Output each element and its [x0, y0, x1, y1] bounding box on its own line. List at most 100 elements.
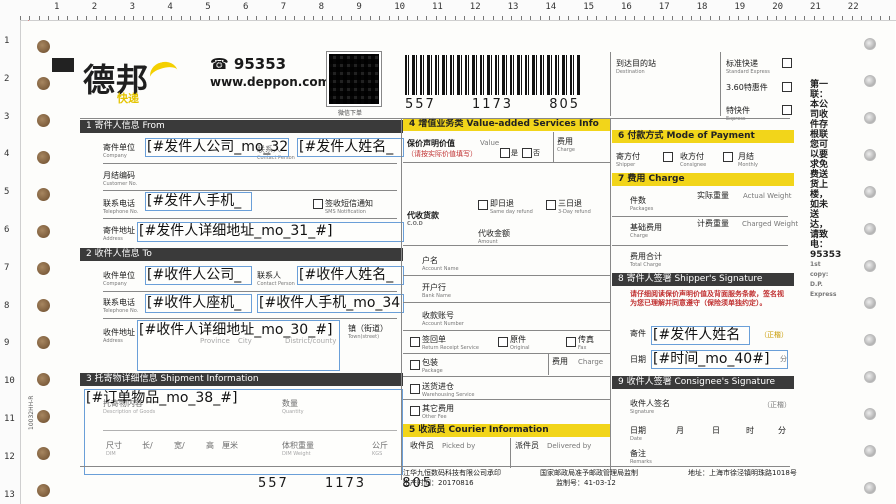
ruler-left-label: 1	[4, 36, 10, 46]
shipper-time-field[interactable]: [#时间_mo_40#]	[651, 350, 788, 369]
ruler-tick	[596, 16, 598, 20]
ruler-left: 1 2 3 4 5 6 7 8 9 10 11 12 13	[0, 20, 21, 504]
ruler-tick	[398, 16, 399, 20]
actual-weight-en: Actual Weight	[743, 192, 792, 200]
service-express-checkbox[interactable]	[782, 105, 792, 115]
ruler-tick	[681, 16, 683, 20]
cod-3day-checkbox[interactable]	[546, 200, 556, 210]
brand-logo: 德邦	[83, 61, 150, 99]
warehouse-checkbox[interactable]	[410, 384, 420, 394]
return-checkbox[interactable]	[410, 337, 420, 347]
shipper-sign-label: 寄件	[630, 329, 646, 338]
ruler-tick	[416, 16, 418, 20]
picked-by-en: Picked by	[442, 442, 476, 450]
package-label: 包装 Package	[422, 358, 443, 374]
punch-hole-icon	[864, 408, 876, 420]
row-line	[403, 399, 610, 400]
service-express: 特快件 Express	[726, 106, 750, 122]
ruler-tick	[568, 16, 570, 20]
shipper-date-label: 日期	[630, 355, 646, 364]
total-charge-label: 费用合计 Total Charge	[630, 252, 662, 268]
service-360-checkbox[interactable]	[782, 82, 792, 92]
sender-company-field[interactable]: [#发件人公司_mo_32	[145, 138, 289, 157]
ruler-top-label: 9	[356, 2, 362, 12]
ruler-tick	[312, 16, 314, 20]
package-fee: 费用	[552, 357, 568, 366]
ruler-tick	[161, 16, 163, 20]
ruler-tick	[237, 16, 239, 20]
receiver-name-field[interactable]: [#收件人姓名_	[297, 266, 404, 285]
row-line	[403, 245, 610, 246]
ruler-tick	[624, 16, 626, 20]
ruler-tick	[246, 16, 248, 20]
ruler-tick	[549, 16, 551, 20]
sender-name-field[interactable]: [#发件人姓名_	[297, 138, 404, 157]
ruler-tick	[133, 16, 135, 20]
sender-phone-label: 联系电话 Telephone No.	[103, 199, 139, 215]
shipper-notice: 请仔细阅读保价声明价值及背面服务条款，签名视为您已理解并同意遵守（保险须单独约定…	[630, 290, 784, 307]
punch-hole-icon	[864, 334, 876, 346]
row-line	[103, 318, 397, 319]
ruler-left-label: 8	[4, 300, 10, 311]
row-line	[403, 275, 610, 276]
ruler-tick	[709, 16, 711, 20]
ruler-left-label: 7	[4, 262, 10, 273]
pay-shipper-checkbox[interactable]	[663, 152, 673, 162]
service-360: 3.60特惠件	[726, 83, 768, 92]
service-standard-checkbox[interactable]	[782, 58, 792, 68]
hotline: ☎ 95353	[210, 55, 286, 73]
fax-checkbox[interactable]	[566, 337, 576, 347]
ruler-top-label: 2	[91, 2, 98, 12]
cod-sameday-checkbox[interactable]	[478, 200, 488, 210]
ruler-tick	[870, 16, 872, 20]
ruler-tick	[700, 16, 702, 20]
package-checkbox[interactable]	[410, 360, 420, 370]
ruler-tick	[615, 16, 617, 20]
goods-field[interactable]: [#订单物品_mo_38_#]	[84, 389, 403, 475]
punch-hole-icon	[864, 260, 876, 272]
website: www.deppon.com	[210, 75, 331, 89]
vertical-note: 第一联：本公司收件存根联 您可以要求免费送货上楼，如未送达，请致电：95353 …	[810, 80, 841, 300]
ruler-tick	[823, 16, 825, 20]
receiver-tel-field[interactable]: [#收件人座机_	[145, 294, 252, 313]
punch-hole-icon	[864, 371, 876, 383]
ruler-tick	[483, 16, 485, 20]
row-line	[103, 291, 397, 292]
sms-checkbox[interactable]	[313, 199, 323, 209]
insured-yes-checkbox[interactable]	[500, 148, 510, 158]
receiver-section-title: 2 收件人信息 To	[80, 248, 403, 261]
divider	[401, 118, 402, 480]
punch-hole-icon	[37, 151, 50, 164]
goods-section-title: 3 托寄物详细信息 Shipment Information	[80, 373, 403, 386]
receiver-mobile-field[interactable]: [#收件人手机_mo_34	[257, 294, 404, 313]
shipper-sign-field[interactable]: [#发件人姓名	[651, 326, 750, 345]
ruler-tick	[445, 16, 447, 20]
receiver-company-field[interactable]: [#收件人公司_	[145, 266, 252, 285]
ruler-top-label: 17	[658, 2, 670, 12]
ruler-tick	[407, 16, 409, 20]
frame-top	[80, 118, 790, 119]
punch-hole-icon	[37, 336, 50, 349]
receiver-address-field[interactable]: [#收件人详细地址_mo_30_#]	[137, 320, 340, 371]
pay-consignee-checkbox[interactable]	[723, 152, 733, 162]
ruler-top-label: 11	[432, 2, 443, 12]
ruler-tick	[57, 16, 59, 20]
row-line	[103, 190, 397, 191]
sender-phone-field[interactable]: [#发件人手机_	[145, 192, 252, 211]
original-checkbox[interactable]	[498, 337, 508, 347]
row-line	[612, 245, 788, 246]
ruler-left-label: 2	[4, 73, 10, 84]
ruler-top-label: 10	[394, 2, 406, 12]
ruler-tick	[341, 16, 343, 20]
package-fee-en: Charge	[578, 358, 604, 366]
ruler-top-label: 15	[583, 2, 595, 12]
ruler-left-label: 5	[4, 187, 10, 198]
sender-address-field[interactable]: [#发件人详细地址_mo_31_#]	[137, 222, 404, 242]
ruler-tick	[813, 16, 815, 20]
insured-no-checkbox[interactable]	[522, 148, 532, 158]
ruler-tick	[227, 16, 229, 20]
ruler-tick	[653, 16, 655, 20]
row-line	[403, 376, 610, 377]
ruler-tick	[577, 16, 579, 20]
other-fee-checkbox[interactable]	[410, 406, 420, 416]
